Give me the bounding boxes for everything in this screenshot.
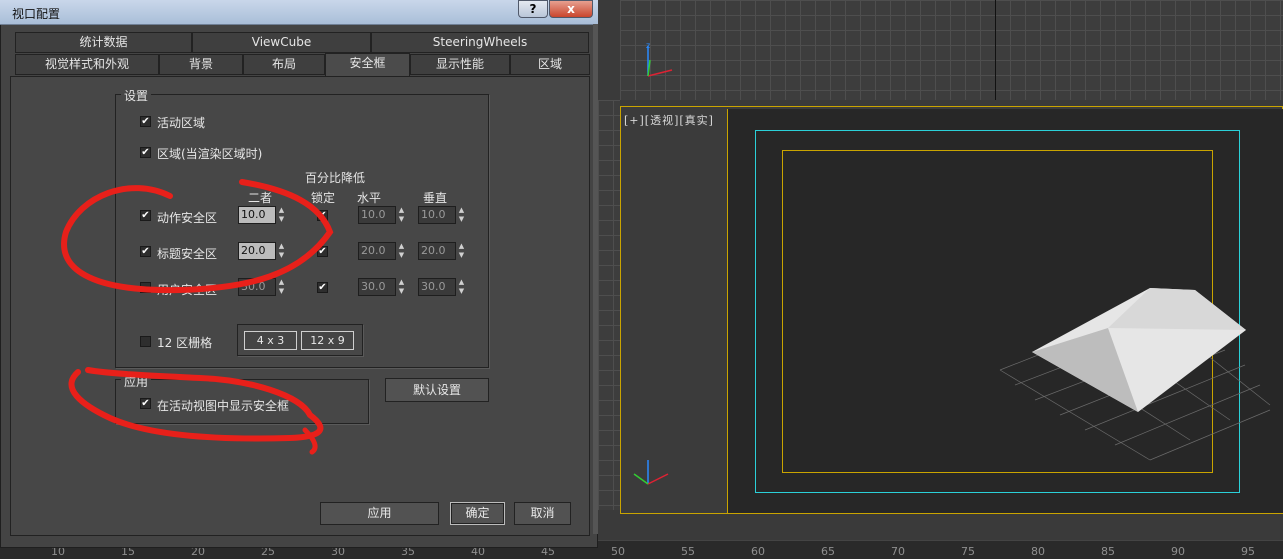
ruler-tick-label: 80 [1031, 545, 1045, 558]
spinner-arrows-icon: ▲ ▼ [458, 206, 465, 223]
ratio-12x9-button[interactable]: 12 x 9 [301, 331, 354, 350]
user-safe-both-field[interactable]: 30.0 [238, 278, 276, 296]
action-safe-both-field[interactable]: 10.0 [238, 206, 276, 224]
settings-group-title: 设置 [121, 87, 152, 104]
spinner-arrows-icon: ▲ ▼ [458, 278, 465, 295]
top-viewport-grid[interactable] [620, 0, 1283, 100]
tab-background[interactable]: 背景 [159, 54, 243, 75]
ratio-4x3-button[interactable]: 4 x 3 [244, 331, 297, 350]
spinner-arrows-icon: ▲ ▼ [398, 242, 405, 259]
ruler-tick-label: 60 [751, 545, 765, 558]
horizontal-column-header: 水平 [357, 191, 382, 205]
action-safe-label: 动作安全区 [157, 211, 218, 225]
tab-safe-frames[interactable]: 安全框 [325, 53, 410, 76]
tab-layout[interactable]: 布局 [243, 54, 325, 75]
help-button[interactable]: ? [518, 0, 548, 18]
title-safe-label: 标题安全区 [157, 247, 218, 261]
dialog-scrollbar[interactable] [593, 24, 598, 534]
vertical-column-header: 垂直 [423, 191, 448, 205]
spinner-arrows-icon[interactable]: ▲ ▼ [277, 278, 286, 296]
axis-gizmo-top-icon: z [646, 41, 673, 77]
grid12-label: 12 区栅格 [157, 336, 213, 350]
spinner-arrows-icon: ▲ ▼ [398, 206, 405, 223]
show-safe-frames-checkbox[interactable]: ✔ [140, 398, 151, 409]
left-viewport-grid[interactable] [598, 100, 620, 510]
ruler-tick-label: 50 [611, 545, 625, 558]
action-safe-lock-checkbox[interactable]: ✔ [317, 210, 328, 221]
title-safe-both-field[interactable]: 20.0 [238, 242, 276, 260]
ruler-tick-label: 85 [1101, 545, 1115, 558]
both-column-header: 二者 [248, 191, 273, 205]
spinner-arrows-icon: ▲ ▼ [398, 278, 405, 295]
tab-steeringwheels[interactable]: SteeringWheels [371, 32, 589, 53]
apply-button[interactable]: 应用 [320, 502, 439, 525]
ruler-tick-label: 75 [961, 545, 975, 558]
viewport-label[interactable]: [+][透视][真实] [624, 112, 714, 128]
region-label: 区域(当渲染区域时) [157, 147, 263, 161]
ruler-tick-label: 70 [891, 545, 905, 558]
tab-display-performance[interactable]: 显示性能 [410, 54, 510, 75]
ruler-tick-label: 95 [1241, 545, 1255, 558]
tab-statistics[interactable]: 统计数据 [15, 32, 192, 53]
close-button[interactable]: x [549, 0, 593, 18]
tab-visual-style[interactable]: 视觉样式和外观 [15, 54, 159, 75]
lock-column-header: 锁定 [311, 191, 336, 205]
ruler-tick-label: 65 [821, 545, 835, 558]
grid12-checkbox[interactable] [140, 336, 151, 347]
action-safe-h-field: 10.0 [358, 206, 396, 224]
axis-gizmo-persp-icon [633, 460, 669, 485]
svg-text:z: z [646, 41, 650, 50]
dialog-titlebar[interactable] [0, 0, 598, 25]
cancel-button[interactable]: 取消 [514, 502, 571, 525]
action-safe-v-field: 10.0 [418, 206, 456, 224]
tab-regions[interactable]: 区域 [510, 54, 590, 75]
ok-button[interactable]: 确定 [450, 502, 505, 525]
percent-reduction-header: 百分比降低 [305, 171, 366, 185]
user-safe-h-field: 30.0 [358, 278, 396, 296]
roof-model-icon [999, 288, 1271, 461]
viewport-divider [995, 0, 996, 100]
user-safe-checkbox[interactable] [140, 282, 151, 293]
title-safe-v-field: 20.0 [418, 242, 456, 260]
title-safe-h-field: 20.0 [358, 242, 396, 260]
spinner-arrows-icon[interactable]: ▲ ▼ [277, 242, 286, 260]
action-safe-checkbox[interactable]: ✔ [140, 210, 151, 221]
spinner-arrows-icon[interactable]: ▲ ▼ [277, 206, 286, 224]
dialog-title: 视口配置 [12, 7, 61, 21]
live-area-label: 活动区域 [157, 116, 206, 130]
ruler-tick-label: 90 [1171, 545, 1185, 558]
title-safe-lock-checkbox[interactable]: ✔ [317, 246, 328, 257]
user-safe-v-field: 30.0 [418, 278, 456, 296]
defaults-button[interactable]: 默认设置 [385, 378, 489, 402]
show-safe-frames-label: 在活动视图中显示安全框 [157, 399, 290, 413]
tab-viewcube[interactable]: ViewCube [192, 32, 371, 53]
user-safe-label: 用户安全区 [157, 283, 218, 297]
ruler-tick-label: 55 [681, 545, 695, 558]
spinner-arrows-icon: ▲ ▼ [458, 242, 465, 259]
title-safe-checkbox[interactable]: ✔ [140, 246, 151, 257]
live-area-checkbox[interactable]: ✔ [140, 116, 151, 127]
apply-group-title: 应用 [121, 373, 152, 390]
region-checkbox[interactable]: ✔ [140, 147, 151, 158]
user-safe-lock-checkbox[interactable]: ✔ [317, 282, 328, 293]
